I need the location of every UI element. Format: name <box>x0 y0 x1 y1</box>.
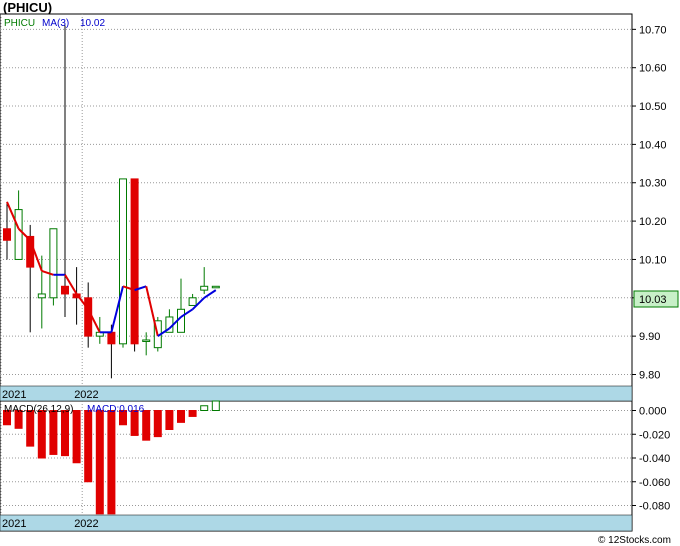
candle-body-up <box>37 293 46 299</box>
macd-bar-negative <box>177 410 185 423</box>
candle-body-up <box>200 285 209 291</box>
candle-body-up <box>142 339 151 342</box>
macd-bar-negative <box>84 410 93 483</box>
legend-ma-value: 10.02 <box>80 18 105 29</box>
date-label: 2022 <box>74 518 98 530</box>
macd-bar-negative <box>153 410 162 438</box>
macd-panel-frame <box>0 400 633 532</box>
price-tick-label: 9.90 <box>639 331 660 343</box>
price-tick-label: 10.40 <box>639 139 667 151</box>
candle-body-down <box>130 178 139 345</box>
date-label: 2021 <box>2 518 26 530</box>
chart-title: (PHICU) <box>3 0 52 15</box>
last-price-label: 10.03 <box>639 294 667 306</box>
macd-bar-negative <box>188 410 197 417</box>
macd-bar-negative <box>49 410 58 455</box>
macd-bar-negative <box>61 410 69 457</box>
macd-bar-negative <box>37 410 46 459</box>
price-tick-label: 9.80 <box>639 369 660 381</box>
macd-bar-negative <box>107 410 116 515</box>
candle-body-up <box>119 178 127 345</box>
legend-ma-label: MA(3) <box>42 18 69 29</box>
macd-tick-label: 0.000 <box>639 406 667 418</box>
macd-tick-label: -0.040 <box>639 453 670 465</box>
macd-tick-label: -0.060 <box>639 477 670 489</box>
candle-body-down <box>84 297 93 337</box>
legend-symbol: PHICU <box>4 18 35 29</box>
price-tick-label: 10.20 <box>639 216 667 228</box>
stock-chart: 9.809.9010.0010.1010.2010.3010.4010.5010… <box>0 0 680 546</box>
price-tick-label: 10.30 <box>639 178 667 190</box>
price-tick-label: 10.60 <box>639 63 667 75</box>
macd-tick-label: -0.080 <box>639 501 670 513</box>
candle-body-up <box>14 209 23 260</box>
candle-body-down <box>107 331 116 345</box>
price-tick-label: 10.10 <box>639 254 667 266</box>
candle-body-down <box>61 285 69 295</box>
y-ticks: 9.809.9010.0010.1010.2010.3010.4010.5010… <box>632 24 670 513</box>
legend-macd-label: MACD(26,12,9) <box>4 404 73 415</box>
candle-body-down <box>3 228 11 241</box>
candle-body-up <box>188 297 197 306</box>
date-label: 2021 <box>2 389 26 401</box>
macd-bar-positive <box>211 400 220 411</box>
macd-bar-negative <box>26 410 35 447</box>
footer-credit: © 12Stocks.com <box>598 535 671 546</box>
macd-tick-label: -0.020 <box>639 429 670 441</box>
macd-bar-negative <box>95 410 104 515</box>
macd-bar-negative <box>165 410 174 430</box>
legend-macd-value: MACD:0.016 <box>87 404 145 415</box>
candle-body-up <box>49 228 58 299</box>
macd-bar-negative <box>72 410 81 464</box>
price-panel-frame <box>0 13 633 402</box>
date-label: 2022 <box>74 389 98 401</box>
chart-canvas: 9.809.9010.0010.1010.2010.3010.4010.5010… <box>0 0 679 546</box>
candle-body-up <box>211 285 220 289</box>
price-tick-label: 10.70 <box>639 24 667 36</box>
macd-bar-positive <box>200 405 209 411</box>
price-tick-label: 10.50 <box>639 101 667 113</box>
